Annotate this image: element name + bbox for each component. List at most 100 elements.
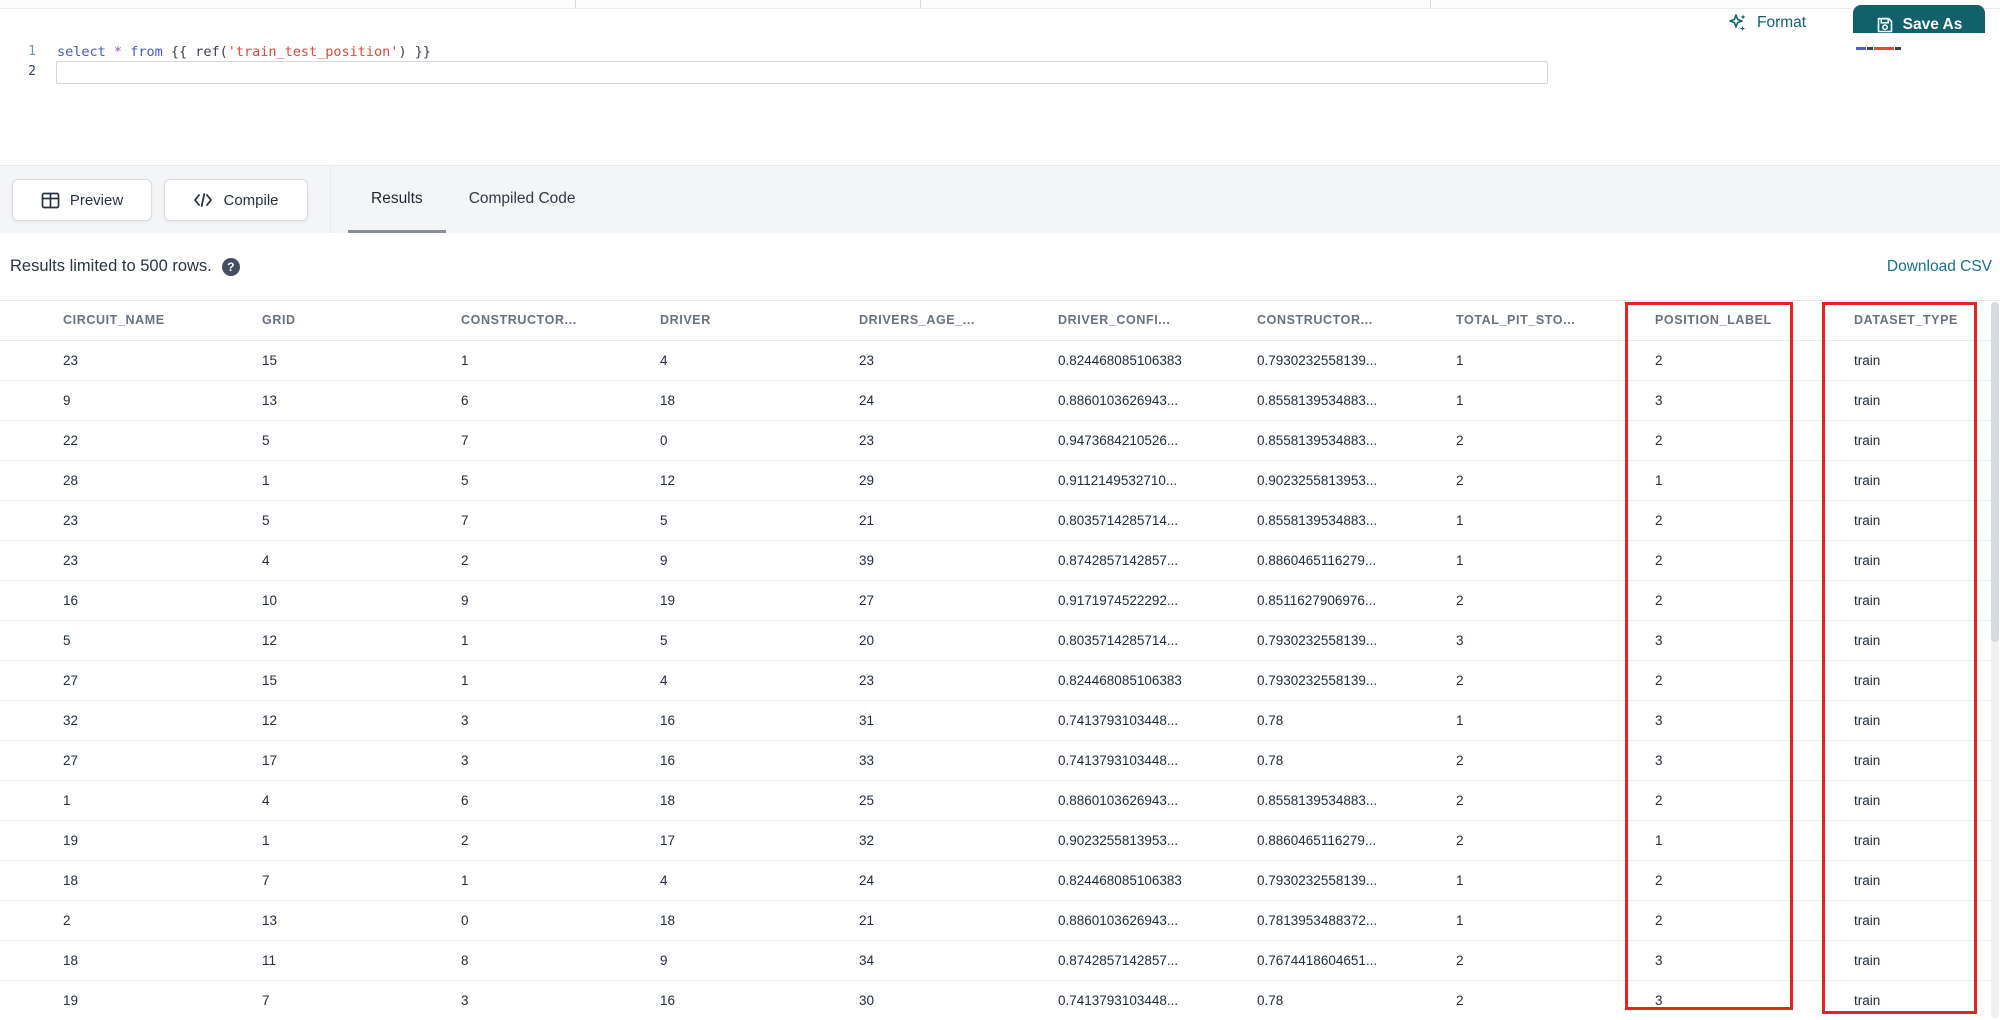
table-cell: 9 [660, 953, 668, 968]
table-cell: 3 [1456, 633, 1464, 648]
table-cell: 1 [63, 793, 71, 808]
table-cell: 0.7930232558139... [1257, 353, 1378, 368]
table-cell: 15 [262, 353, 278, 368]
table-cell: 9 [461, 593, 469, 608]
table-cell: 5 [262, 433, 270, 448]
column-header-6-constructor: CONSTRUCTOR... [1257, 313, 1373, 327]
code-token: 'train_test_position' [227, 44, 399, 60]
table-cell: 18 [660, 393, 676, 408]
table-cell: train [1854, 833, 1881, 848]
table-cell: 16 [660, 753, 676, 768]
table-cell: 0 [461, 913, 469, 928]
table-row: 5 12 1 5 20 0.8035714285714... 0.7930232558139… [0, 621, 2000, 661]
table-cell: 2 [1456, 473, 1464, 488]
table-cell: 24 [859, 393, 875, 408]
table-cell: 19 [63, 833, 79, 848]
table-cell: 1 [262, 833, 270, 848]
table-cell: 27 [859, 593, 875, 608]
table-cell: 4 [262, 793, 270, 808]
results-toolbar: Preview Compile Results Compiled Code [0, 165, 2000, 234]
table-cell: 13 [262, 393, 278, 408]
table-cell: 2 [1655, 873, 1663, 888]
table-cell: 0.8860465116279... [1257, 553, 1377, 568]
table-cell: 0.824468085106383 [1058, 353, 1182, 368]
table-cell: 0.8742857142857... [1058, 553, 1179, 568]
table-cell: 9 [63, 393, 71, 408]
tab-results[interactable]: Results [348, 166, 446, 234]
table-cell: 1 [461, 633, 469, 648]
table-cell: 0.8558139534883... [1257, 393, 1378, 408]
table-cell: 3 [1655, 993, 1663, 1008]
column-header-4-drivers-age: DRIVERS_AGE_... [859, 313, 975, 327]
compile-label: Compile [223, 191, 279, 209]
table-cell: 10 [262, 593, 278, 608]
table-cell: 19 [63, 993, 79, 1008]
code-line-1: select * from {{ ref('train_test_positio… [57, 42, 431, 62]
table-row: 19 7 3 16 30 0.7413793103448... 0.78 2 3 train [0, 981, 2000, 1020]
table-cell: train [1854, 433, 1881, 448]
table-cell: 2 [1655, 593, 1663, 608]
table-cell: 2 [63, 913, 71, 928]
table-cell: 23 [63, 353, 79, 368]
table-cell: 1 [1456, 713, 1464, 728]
column-header-0-circuit-name: CIRCUIT_NAME [63, 313, 165, 327]
table-cell: 2 [1456, 753, 1464, 768]
dbt-ide-screen: Format Save As 1 2 select * from {{ ref(… [0, 0, 2000, 1020]
table-cell: 2 [1655, 793, 1663, 808]
table-cell: 0.8742857142857... [1058, 953, 1179, 968]
table-cell: 2 [1456, 793, 1464, 808]
column-header-7-total-pit-sto: TOTAL_PIT_STO... [1456, 313, 1576, 327]
table-cell: 23 [63, 513, 79, 528]
table-cell: 1 [461, 673, 469, 688]
table-cell: 0.78 [1257, 753, 1284, 768]
results-tabs: Results Compiled Code [348, 166, 599, 234]
table-cell: 0.8860103626943... [1058, 913, 1179, 928]
table-cell: 0.8558139534883... [1257, 793, 1378, 808]
table-cell: 1 [1456, 873, 1464, 888]
table-cell: 16 [660, 993, 676, 1008]
table-cell: 4 [660, 873, 668, 888]
table-cell: train [1854, 993, 1881, 1008]
table-cell: 32 [859, 833, 875, 848]
download-csv-link[interactable]: Download CSV [1887, 233, 1992, 300]
table-cell: train [1854, 553, 1881, 568]
help-icon[interactable]: ? [221, 257, 240, 276]
table-row: 1 4 6 18 25 0.8860103626943... 0.8558139534883… [0, 781, 2000, 821]
table-cell: 0.8860103626943... [1058, 793, 1179, 808]
line-number-1: 1 [28, 44, 36, 59]
preview-button[interactable]: Preview [12, 179, 152, 221]
line-number-2: 2 [28, 64, 36, 79]
table-cell: 0.9473684210526... [1058, 433, 1179, 448]
table-cell: 31 [859, 713, 875, 728]
table-cell: 3 [461, 753, 469, 768]
table-cell: train [1854, 913, 1881, 928]
table-cell: 2 [1456, 993, 1464, 1008]
table-cell: 0.7930232558139... [1257, 673, 1378, 688]
code-token: ) }} [398, 44, 431, 60]
code-token: from [130, 44, 163, 60]
table-cell: 16 [660, 713, 676, 728]
table-cell: 5 [461, 473, 469, 488]
table-cell: 2 [1655, 513, 1663, 528]
table-cell: 34 [859, 953, 875, 968]
table-cell: 12 [262, 713, 278, 728]
sql-editor[interactable]: 1 2 select * from {{ ref('train_test_pos… [0, 33, 2000, 165]
table-cell: 33 [859, 753, 875, 768]
tab-compiled-code[interactable]: Compiled Code [446, 166, 599, 234]
table-cell: 1 [1456, 913, 1464, 928]
table-cell: 8 [461, 953, 469, 968]
table-cell: 0 [660, 433, 668, 448]
table-cell: train [1854, 353, 1881, 368]
table-cell: 1 [1456, 353, 1464, 368]
table-cell: 0.9023255813953... [1257, 473, 1378, 488]
editor-minimap [1856, 47, 1901, 50]
table-cell: train [1854, 593, 1881, 608]
table-cell: 27 [63, 673, 79, 688]
vertical-scrollbar-thumb[interactable] [1991, 302, 1999, 642]
table-row: 16 10 9 19 27 0.9171974522292... 0.85116279069… [0, 581, 2000, 621]
table-cell: 0.7413793103448... [1058, 753, 1179, 768]
compile-button[interactable]: Compile [164, 179, 308, 221]
table-cell: 0.8035714285714... [1058, 513, 1179, 528]
table-cell: 1 [262, 473, 270, 488]
